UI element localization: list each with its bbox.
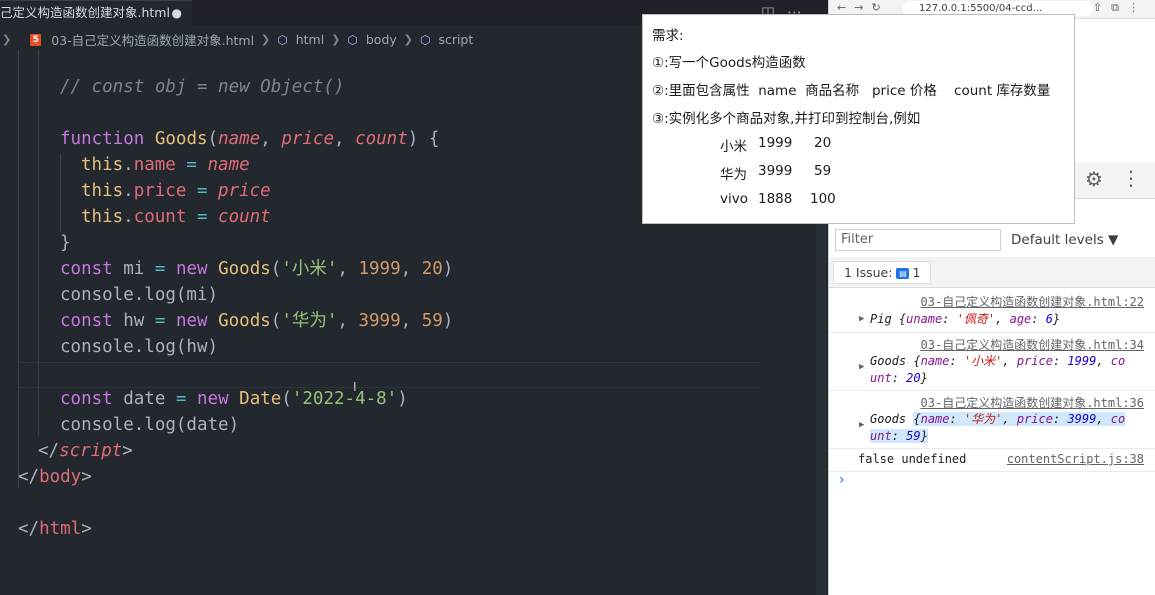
reload-icon[interactable]: ↻ — [871, 1, 888, 14]
console-filter-bar: Filter Default levels ▼ — [829, 225, 1155, 257]
browser-actions: ⇧⧉⋮ — [1093, 1, 1148, 15]
console-message: 03-自己定义构造函数创建对象.html:22 ▶ Pig {uname: '佩… — [829, 290, 1155, 333]
console-object[interactable]: Goods {name: '华为', price: 3999, co unt: … — [870, 411, 1126, 445]
expand-triangle-icon[interactable]: ▶ — [859, 314, 864, 324]
chevron-right-icon: ❯ — [261, 33, 271, 46]
issue-message-icon: ▤ — [896, 268, 910, 279]
breadcrumb: ❯ 5 03-自己定义构造函数创建对象.html ❯ ⬡ html ❯ ⬡ bo… — [0, 30, 473, 50]
code-line: } — [60, 233, 71, 253]
requirements-title: 需求: — [652, 28, 684, 44]
code-line: this.price = price — [81, 181, 271, 201]
console-message: 03-自己定义构造函数创建对象.html:36 ▶ Goods {name: '… — [829, 391, 1155, 449]
issues-bar: 1 Issue: ▤ 1 — [829, 257, 1155, 288]
breadcrumb-body[interactable]: body — [366, 32, 397, 47]
extension-icon[interactable]: ⧉ — [1111, 1, 1128, 14]
console-message: false undefined contentScript.js:38 — [829, 449, 1155, 472]
indent-guide — [60, 154, 61, 232]
code-line: console.log(mi) — [60, 285, 219, 305]
issues-button[interactable]: 1 Issue: ▤ 1 — [833, 261, 932, 284]
console-message: 03-自己定义构造函数创建对象.html:34 ▶ Goods {name: '… — [829, 333, 1155, 391]
requirement-item: ②:里面包含属性 name 商品名称 price 价格 count 库存数量 — [652, 83, 1051, 99]
chevron-right-icon: ❯ — [331, 33, 341, 46]
code-line: console.log(hw) — [60, 337, 219, 357]
current-line-highlight — [18, 362, 760, 388]
element-icon: ⬡ — [277, 32, 288, 47]
console-object[interactable]: Pig {uname: '佩奇', age: 6} — [870, 311, 1060, 328]
tab-title: 己定义构造函数创建对象.html — [0, 5, 170, 20]
element-icon: ⬡ — [419, 32, 431, 47]
element-icon: ⬡ — [347, 32, 358, 47]
breadcrumb-script[interactable]: script — [438, 32, 473, 47]
code-line: </script> — [38, 441, 133, 461]
code-line: const mi = new Goods('小米', 1999, 20) — [60, 259, 454, 279]
console-object[interactable]: Goods {name: '小米', price: 1999, co unt: … — [870, 353, 1125, 387]
breadcrumb-html[interactable]: html — [296, 32, 324, 47]
share-icon[interactable]: ⇧ — [1093, 1, 1111, 14]
requirement-item: ①:写一个Goods构造函数 — [652, 55, 806, 71]
code-line: function Goods(name, price, count) { — [60, 129, 440, 149]
message-source-link[interactable]: 03-自己定义构造函数创建对象.html:36 — [921, 394, 1144, 411]
indent-guide — [18, 50, 19, 488]
code-line: </body> — [18, 467, 92, 487]
html5-file-icon: 5 — [30, 33, 42, 46]
menu-icon[interactable]: ⋮ — [1128, 1, 1148, 14]
code-line: </html> — [18, 519, 92, 539]
back-icon[interactable]: ← — [837, 1, 854, 14]
text-cursor-icon: I — [353, 380, 357, 394]
example-row: 华为 3999 59 — [720, 163, 832, 183]
message-source-link[interactable]: 03-自己定义构造函数创建对象.html:22 — [921, 293, 1144, 310]
code-line: // const obj = new Object() — [60, 77, 345, 97]
chevron-right-icon: ❯ — [403, 33, 413, 46]
more-options-icon[interactable]: ⋮ — [1121, 166, 1141, 190]
issues-label: 1 Issue: — [844, 265, 893, 280]
breadcrumb-file[interactable]: 03-自己定义构造函数创建对象.html — [51, 30, 254, 49]
issues-count: 1 — [912, 265, 921, 280]
code-line: this.count = count — [81, 207, 271, 227]
nav-buttons: ←→↻ — [837, 1, 889, 14]
expand-triangle-icon[interactable]: ▶ — [859, 420, 864, 430]
chevron-right-icon: ❯ — [2, 33, 12, 46]
console-prompt-icon[interactable]: › — [839, 472, 845, 488]
log-levels-dropdown[interactable]: Default levels ▼ — [1011, 229, 1118, 251]
console-text: false undefined — [858, 452, 967, 466]
gear-icon[interactable]: ⚙ — [1085, 167, 1103, 191]
filter-input[interactable]: Filter — [835, 229, 1001, 251]
requirements-panel: 需求: ①:写一个Goods构造函数 ②:里面包含属性 name 商品名称 pr… — [642, 14, 1075, 224]
requirement-item: ③:实例化多个商品对象,并打印到控制台,例如 — [652, 111, 921, 127]
example-row: 小米 1999 20 — [720, 135, 832, 155]
editor-tab-active[interactable]: 己定义构造函数创建对象.html ● — [0, 0, 192, 26]
message-source-link[interactable]: contentScript.js:38 — [1007, 452, 1144, 466]
indent-guide — [38, 50, 39, 436]
code-line: const hw = new Goods('华为', 3999, 59) — [60, 311, 454, 331]
expand-triangle-icon[interactable]: ▶ — [859, 362, 864, 372]
message-source-link[interactable]: 03-自己定义构造函数创建对象.html:34 — [921, 336, 1144, 353]
code-line: console.log(date) — [60, 415, 240, 435]
example-row: vivo 1888 100 — [720, 191, 836, 207]
forward-icon[interactable]: → — [854, 1, 871, 14]
code-line: this.name = name — [81, 155, 250, 175]
unsaved-dot-icon[interactable]: ● — [172, 1, 182, 25]
